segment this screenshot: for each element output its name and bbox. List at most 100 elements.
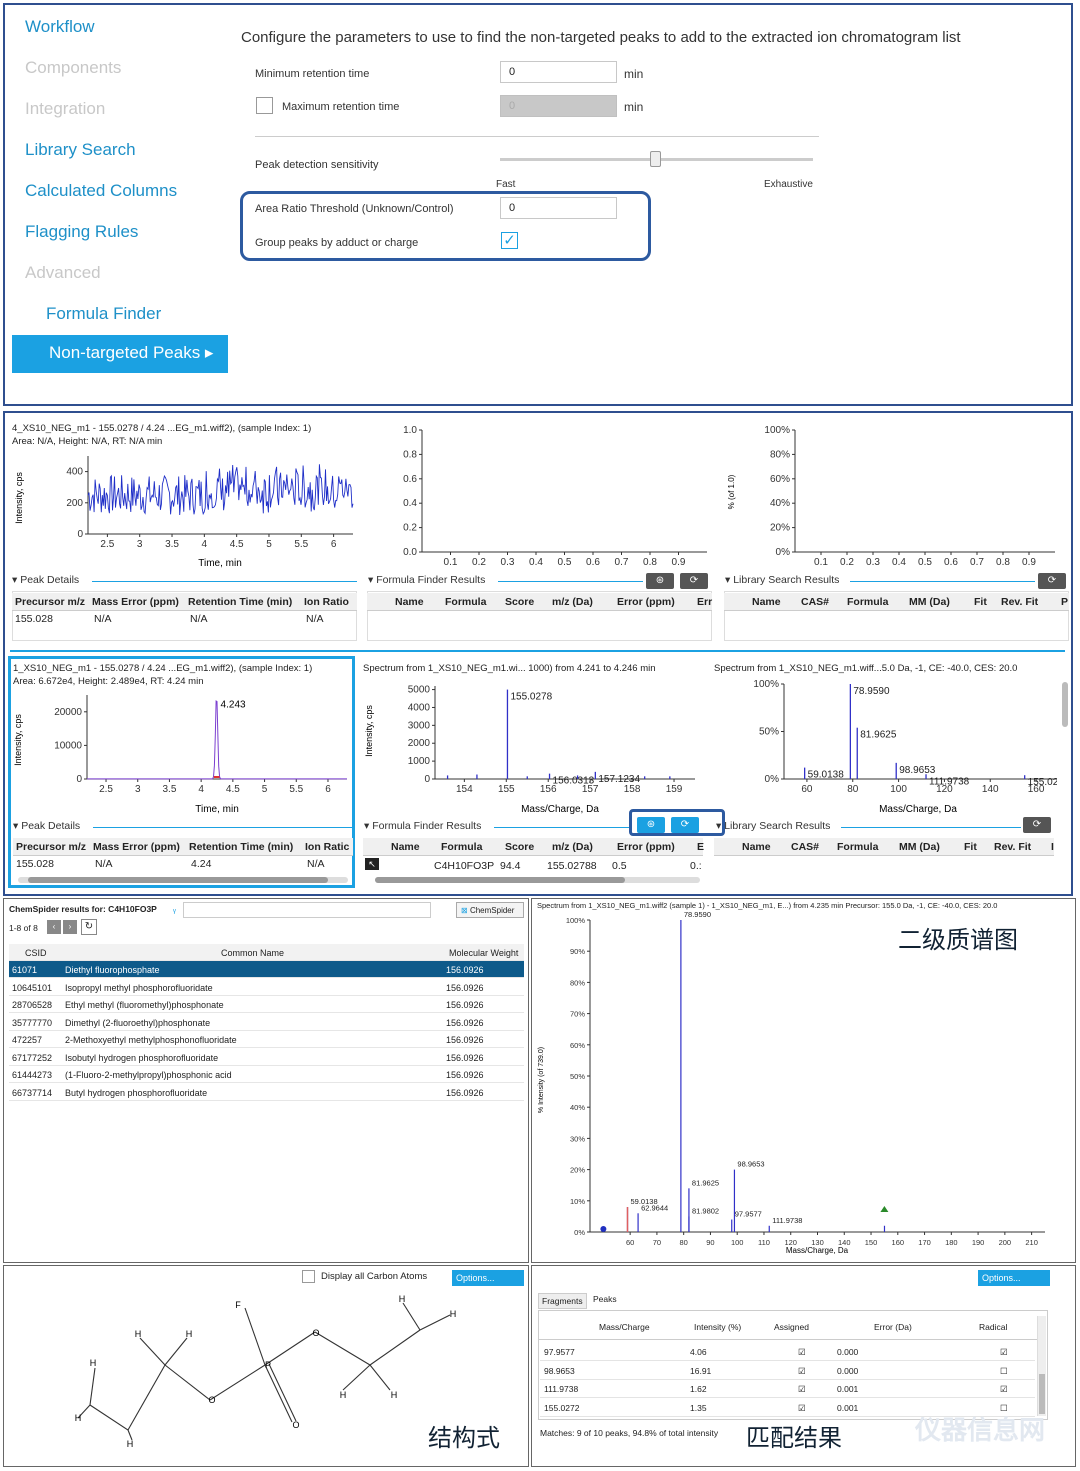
chemspider-row[interactable]: 10645101 Isopropyl methyl phosphorofluori… [9,979,524,996]
peak-cell: N/A [307,858,325,870]
min-rt-input[interactable]: 0 [500,61,617,83]
atom-label: O [292,1420,299,1430]
tab-fragments[interactable]: Fragments [538,1293,587,1309]
bond [419,1314,451,1331]
ms2-spectrum: 60 70 80 90 100 110 120 130 140 150 160 170 180 190 20… [538,910,1045,1255]
fragment-row[interactable]: 97.9577 4.06 ☑ 0.000 ☑ [540,1344,1035,1361]
fragments-scrollbar[interactable] [1037,1316,1046,1416]
checkbox-icon[interactable]: ☑ [798,1366,806,1377]
peak-details-header-2[interactable]: ▾ Peak Details [13,820,353,832]
nav-item-library-search[interactable]: Library Search [25,140,136,160]
horizontal-scrollbar[interactable] [18,877,348,883]
formula-export-icon[interactable]: ⊛ [637,817,665,833]
y-tick-label: 1.0 [403,425,417,436]
y-tick-label: 20% [570,1166,585,1175]
fragment-row[interactable]: 98.9653 16.91 ☑ 0.000 ☐ [540,1363,1035,1380]
library-results-header-2[interactable]: ▾ Library Search Results [716,820,1061,832]
formula-cell: C4H10FO3P [434,860,495,872]
formula-header-cell: Formula [445,596,487,608]
atom-label: P [265,1360,271,1370]
sensitivity-slider-thumb[interactable] [650,151,661,167]
method-settings-panel: Workflow Components Integration Library Sea… [3,3,1073,406]
min-rt-label: Minimum retention time [255,68,370,80]
area-ratio-input[interactable]: 0 [500,197,617,219]
x-tick-label: 0.5 [558,557,572,568]
checkbox-icon[interactable]: ☑ [798,1403,806,1414]
x-tick-label: 80 [847,784,859,795]
vertical-scrollbar[interactable] [1062,682,1068,727]
max-rt-checkbox[interactable] [256,97,273,114]
chemspider-row[interactable]: 66737714 Butyl hydrogen phosphorofluorida… [9,1084,524,1101]
fragment-cell: 0.001 [837,1402,859,1413]
chemspider-cell: 35777770 [12,1017,53,1028]
library-results-header[interactable]: ▾ Library Search Results [725,574,1070,586]
library-header-cell: I [1051,841,1054,853]
fragments-header: Mass/Charge Intensity (%) Assigned Error (D… [539,1312,1039,1340]
horizontal-scrollbar[interactable] [375,877,700,883]
library-header-cell: Fit [974,596,987,608]
checkbox-icon[interactable]: ☑ [798,1347,806,1358]
y-tick-label: 90% [570,947,585,956]
chemspider-row[interactable]: 61071 Diethyl fluorophosphate 156.0926 [9,961,524,978]
library-search-icon[interactable]: ⟳ [1038,573,1066,589]
x-tick-label: 100 [731,1238,744,1247]
nav-item-non-targeted-peaks[interactable]: Non-targeted Peaks ▸ [12,335,228,373]
chemspider-row[interactable]: 35777770 Dimethyl (2-fluoroethyl)phosphon… [9,1014,524,1031]
prev-page-button[interactable]: ‹ [47,920,61,934]
checkbox-icon[interactable]: ☐ [1000,1366,1008,1377]
nav-item-workflow[interactable]: Workflow [25,17,95,37]
max-rt-input[interactable]: 0 [500,95,617,117]
nav-item-components[interactable]: Components [25,58,121,78]
formula-export-icon[interactable]: ⊛ [646,573,674,589]
fragment-row[interactable]: 111.9738 1.62 ☑ 0.001 ☑ [540,1381,1035,1398]
funnel-icon[interactable]: ᵧ [173,904,176,914]
y-tick-label: 20% [770,523,790,534]
area-ratio-label: Area Ratio Threshold (Unknown/Control) [255,203,454,215]
checkbox-icon[interactable]: ☑ [1000,1347,1008,1358]
checkbox-icon[interactable]: ☑ [798,1384,806,1395]
refresh-icon[interactable]: ↻ [81,919,97,935]
nav-item-formula-finder[interactable]: Formula Finder [46,304,161,324]
chemspider-row[interactable]: 28706528 Ethyl methyl (fluoromethyl)phosp… [9,996,524,1013]
formula-search-icon[interactable]: ⟳ [671,817,699,833]
atom-label: O [208,1395,215,1405]
nav-item-calculated-columns[interactable]: Calculated Columns [25,181,177,201]
bond [268,1363,297,1422]
options-button[interactable]: Options... [452,1270,524,1286]
y-tick-label: 0.2 [403,523,417,534]
peak-header-cell: Mass Error (ppm) [92,596,179,608]
chemspider-button[interactable]: ⊠ ChemSpider [456,902,524,918]
options-button[interactable]: Options... [978,1270,1050,1286]
table-row[interactable]: 155.028 N/A N/A N/A [12,613,357,629]
peak-table-1-header: Precursor m/z Mass Error (ppm) Retention T… [12,593,357,611]
table-row[interactable]: C4H10FO3P 94.4 155.02788 0.5 0.: [363,860,703,876]
chemspider-row[interactable]: 67177252 Isobutyl hydrogen phosphorofluor… [9,1049,524,1066]
peak-details-header[interactable]: ▾ Peak Details [12,574,357,586]
table-row[interactable]: 155.028 N/A 4.24 N/A [13,858,353,874]
group-checkbox[interactable]: ✓ [501,232,518,249]
fragment-cell: 0.001 [837,1384,859,1394]
y-tick-label: 0% [574,1228,585,1237]
chemspider-search-input[interactable] [183,902,431,918]
nav-item-advanced[interactable]: Advanced [25,263,101,283]
chemspider-row[interactable]: 61444273 (1-Fluoro-2-methylpropyl)phospho… [9,1066,524,1083]
x-tick-label: 170 [918,1238,931,1247]
library-search-icon[interactable]: ⟳ [1023,817,1051,833]
display-carbon-checkbox[interactable] [302,1270,315,1283]
formula-search-icon[interactable]: ⟳ [680,573,708,589]
nav-item-integration[interactable]: Integration [25,99,105,119]
peak-label: 81.9802 [692,1206,719,1215]
peak-header-cell: Ion Ratic [305,841,350,853]
chemspider-cell: 156.0926 [446,1070,484,1080]
tab-peaks[interactable]: Peaks [590,1292,620,1306]
chemspider-cell: 156.0926 [446,982,484,993]
precursor-marker-icon [880,1206,889,1212]
nav-item-flagging-rules[interactable]: Flagging Rules [25,222,138,242]
bond [314,1331,371,1366]
chemspider-row[interactable]: 472257 2-Methoxyethyl methylphosphonofluo… [9,1031,524,1048]
checkbox-icon[interactable]: ☑ [1000,1384,1008,1395]
y-tick-label: 20000 [54,707,82,718]
next-page-button[interactable]: › [63,920,77,934]
bond [164,1337,188,1366]
x-axis-label: Mass/Charge, Da [786,1246,849,1255]
